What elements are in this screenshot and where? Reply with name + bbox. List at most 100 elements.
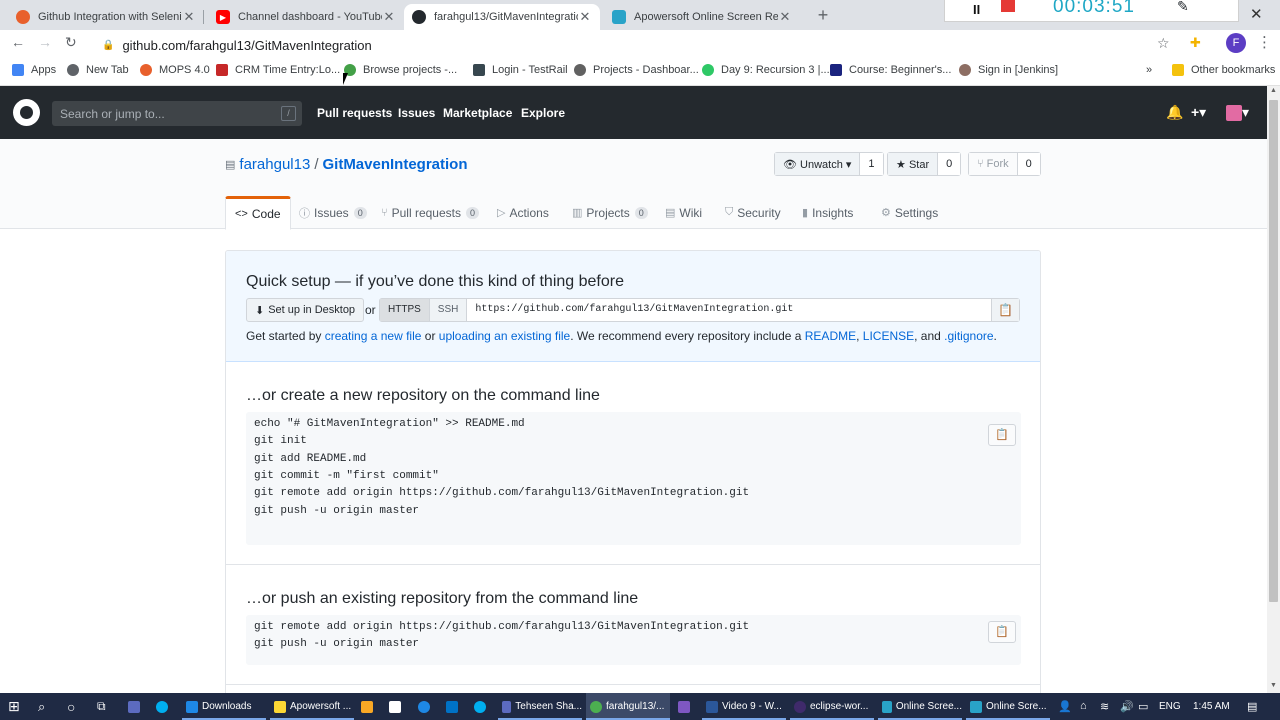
setup-in-desktop-button[interactable]: ⬇ Set up in Desktop: [246, 298, 365, 322]
taskbar-item-apowersoft[interactable]: Apowersoft ...: [270, 693, 354, 720]
repo-name-link[interactable]: GitMavenIntegration: [322, 156, 467, 173]
taskbar-item-online-screen-1[interactable]: Online Scree...: [878, 693, 962, 720]
upload-file-link[interactable]: uploading an existing file: [439, 329, 570, 343]
taskbar-item-downloads[interactable]: Downloads: [182, 693, 266, 720]
tab-pull-requests[interactable]: ⑂ Pull requests 0: [381, 196, 479, 229]
bookmark-star-icon[interactable]: ☆: [1157, 35, 1170, 52]
profile-avatar[interactable]: F: [1226, 33, 1246, 53]
scroll-up-icon[interactable]: ▲: [1270, 87, 1277, 94]
close-icon[interactable]: ✕: [382, 9, 396, 25]
windows-start-icon[interactable]: ⊞: [8, 693, 20, 720]
cortana-icon[interactable]: ○: [67, 693, 75, 720]
tab-projects[interactable]: ▥ Projects 0: [572, 196, 648, 229]
fork-button[interactable]: ⑂ Fork 0: [968, 152, 1041, 176]
language-indicator[interactable]: ENG: [1159, 701, 1181, 712]
browser-menu-icon[interactable]: ⋮: [1257, 33, 1272, 51]
pinned-app-icon[interactable]: [128, 693, 144, 720]
star-count[interactable]: 0: [938, 153, 961, 175]
scrollbar-thumb[interactable]: [1269, 100, 1278, 602]
new-repo-code-block[interactable]: echo "# GitMavenIntegration" >> README.m…: [246, 412, 1021, 545]
nav-marketplace[interactable]: Marketplace: [443, 106, 512, 120]
taskbar-item-online-screen-2[interactable]: Online Scre...: [966, 693, 1050, 720]
taskbar-item-chrome[interactable]: farahgul13/...: [586, 693, 670, 720]
battery-icon[interactable]: ▭: [1138, 700, 1148, 713]
gitignore-link[interactable]: .gitignore: [944, 329, 993, 343]
watch-button[interactable]: 👁 Unwatch ▾ 1: [774, 152, 884, 176]
usb-icon[interactable]: ⌂: [1080, 700, 1087, 712]
browser-tab-github-repo[interactable]: farahgul13/GitMavenIntegration ✕: [404, 4, 600, 30]
watch-count[interactable]: 1: [860, 153, 883, 175]
https-toggle[interactable]: HTTPS: [380, 299, 430, 321]
readme-link[interactable]: README: [805, 329, 856, 343]
bookmark-projects-dashboard[interactable]: Projects - Dashboar...: [574, 64, 699, 76]
system-clock[interactable]: 1:45 AM: [1193, 701, 1230, 712]
person-icon[interactable]: 👤: [1058, 700, 1072, 713]
repo-owner-link[interactable]: farahgul13: [239, 156, 310, 173]
notification-center-icon[interactable]: ▤: [1247, 700, 1257, 713]
nav-pull-requests[interactable]: Pull requests: [317, 106, 392, 120]
tab-wiki[interactable]: ▤ Wiki: [665, 196, 702, 229]
tab-security[interactable]: ⛉ Security: [725, 196, 781, 229]
tab-actions[interactable]: ▷ Actions: [497, 196, 549, 229]
forward-icon[interactable]: →: [38, 34, 52, 50]
outlook-icon[interactable]: [446, 693, 462, 720]
star-button[interactable]: ★ Star 0: [887, 152, 962, 176]
bookmark-apps[interactable]: Apps: [12, 64, 56, 76]
task-view-icon[interactable]: ⧉: [97, 693, 106, 720]
browser-tab-apowersoft[interactable]: Apowersoft Online Screen Recorder ✕: [604, 4, 800, 30]
create-new-icon[interactable]: +▾: [1191, 104, 1206, 121]
scroll-down-icon[interactable]: ▼: [1270, 682, 1277, 689]
clipboard-icon[interactable]: 📋: [991, 299, 1019, 321]
nav-issues[interactable]: Issues: [398, 106, 435, 120]
store-icon[interactable]: [361, 693, 377, 720]
close-icon[interactable]: ✕: [182, 9, 196, 25]
edge-icon[interactable]: [418, 693, 434, 720]
notification-bell-icon[interactable]: 🔔: [1166, 104, 1183, 121]
other-bookmarks[interactable]: Other bookmarks: [1172, 64, 1275, 76]
wifi-icon[interactable]: ≋: [1100, 700, 1109, 713]
extension-icon[interactable]: ✚: [1190, 35, 1201, 51]
bookmark-course[interactable]: Course: Beginner's...: [830, 64, 951, 76]
bookmark-mops[interactable]: MOPS 4.0: [140, 64, 210, 76]
bookmarks-overflow-button[interactable]: »: [1146, 64, 1152, 76]
clone-url-input[interactable]: https://github.com/farahgul13/GitMavenIn…: [467, 299, 991, 321]
github-logo-icon[interactable]: [13, 99, 40, 126]
stop-button[interactable]: [1001, 0, 1015, 12]
bookmark-new-tab[interactable]: New Tab: [67, 64, 129, 76]
skype-icon[interactable]: [156, 693, 172, 720]
fork-count[interactable]: 0: [1017, 153, 1040, 175]
browser-tab-github-integration[interactable]: Github Integration with Selenium ✕: [8, 4, 204, 30]
github-search-input[interactable]: Search or jump to... /: [52, 101, 302, 126]
ssh-toggle[interactable]: SSH: [429, 299, 468, 321]
browser-tab-youtube[interactable]: ▶ Channel dashboard - YouTube Studio ✕: [208, 4, 404, 30]
address-bar[interactable]: 🔒 github.com/farahgul13/GitMavenIntegrat…: [92, 33, 1182, 57]
bookmark-crm[interactable]: CRM Time Entry:Lo...: [216, 64, 340, 76]
close-icon[interactable]: ✕: [778, 9, 792, 25]
taskbar-item-word[interactable]: Video 9 - W...: [702, 693, 786, 720]
create-new-file-link[interactable]: creating a new file: [325, 329, 422, 343]
clipboard-icon[interactable]: 📋: [988, 424, 1016, 446]
back-icon[interactable]: ←: [11, 34, 25, 50]
window-close-button[interactable]: ✕: [1250, 5, 1263, 23]
tab-insights[interactable]: ▮ Insights: [802, 196, 853, 229]
taskbar-item-teams[interactable]: Tehseen Sha...: [498, 693, 582, 720]
clipboard-icon[interactable]: 📋: [988, 621, 1016, 643]
license-link[interactable]: LICENSE: [863, 329, 914, 343]
bookmark-recursion[interactable]: Day 9: Recursion 3 |...: [702, 64, 830, 76]
bookmark-browse-projects[interactable]: Browse projects -...: [344, 64, 457, 76]
nav-explore[interactable]: Explore: [521, 106, 565, 120]
visual-studio-icon[interactable]: [678, 693, 694, 720]
pause-button[interactable]: II: [973, 2, 980, 17]
push-existing-code-block[interactable]: git remote add origin https://github.com…: [246, 615, 1021, 665]
volume-icon[interactable]: 🔊: [1120, 700, 1134, 713]
new-tab-button[interactable]: +: [812, 5, 834, 27]
bookmark-testrail[interactable]: Login - TestRail: [473, 64, 568, 76]
taskbar-item-eclipse[interactable]: eclipse-wor...: [790, 693, 874, 720]
close-icon[interactable]: ✕: [578, 9, 592, 25]
tab-settings[interactable]: ⚙ Settings: [881, 196, 938, 229]
bookmark-jenkins[interactable]: Sign in [Jenkins]: [959, 64, 1058, 76]
skype-business-icon[interactable]: [474, 693, 490, 720]
tab-code[interactable]: <> Code: [225, 196, 291, 230]
reload-icon[interactable]: ↻: [65, 34, 77, 51]
user-avatar-icon[interactable]: ▾: [1226, 104, 1249, 122]
